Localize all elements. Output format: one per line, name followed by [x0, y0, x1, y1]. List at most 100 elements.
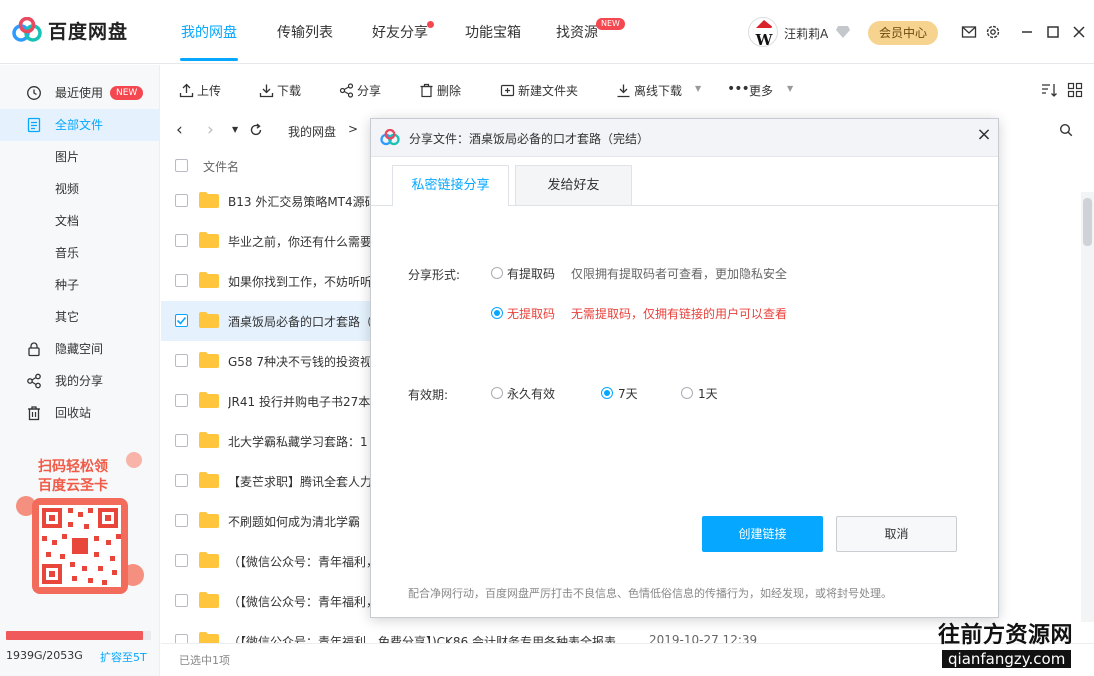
table-row[interactable]: G58 7种决不亏钱的投资视 [161, 341, 371, 381]
username[interactable]: 汪莉莉A [784, 25, 828, 42]
sidebar-item-videos[interactable]: 视频 [0, 173, 160, 205]
tab-private-link[interactable]: 私密链接分享 [392, 165, 509, 206]
table-row[interactable]: B13 外汇交易策略MT4源码 [161, 181, 371, 221]
radio-with-code[interactable] [491, 267, 503, 279]
scrollbar[interactable] [1081, 192, 1094, 622]
more-button[interactable]: ••• 更多 [727, 82, 773, 100]
maximize-icon[interactable] [1045, 24, 1061, 40]
download-icon [259, 84, 274, 98]
back-icon[interactable]: ‹ [176, 120, 183, 140]
tab-transfer-list[interactable]: 传输列表 [277, 22, 333, 42]
row-checkbox[interactable] [175, 514, 188, 527]
radio-1-day-label[interactable]: 1天 [698, 385, 718, 402]
tab-my-netdisk[interactable]: 我的网盘 [181, 22, 237, 42]
avatar[interactable]: W [748, 17, 778, 47]
upload-label: 上传 [197, 84, 222, 98]
row-checkbox[interactable] [175, 314, 188, 327]
scrollbar-thumb[interactable] [1083, 198, 1092, 246]
row-checkbox[interactable] [175, 274, 188, 287]
radio-no-code[interactable] [491, 307, 503, 319]
row-checkbox[interactable] [175, 394, 188, 407]
sidebar-item-recycle-bin[interactable]: 回收站 [0, 397, 160, 429]
radio-permanent-label[interactable]: 永久有效 [507, 385, 555, 402]
search-icon[interactable] [1059, 123, 1073, 137]
sidebar-item-label: 最近使用 [55, 86, 104, 100]
chevron-down-icon[interactable]: ▼ [232, 125, 238, 134]
sidebar-item-hidden-space[interactable]: 隐藏空间 [0, 333, 160, 365]
sidebar-item-label: 全部文件 [55, 118, 104, 132]
cancel-button[interactable]: 取消 [836, 516, 957, 552]
sidebar-item-label: 视频 [55, 182, 80, 196]
sidebar-item-music[interactable]: 音乐 [0, 237, 160, 269]
row-checkbox[interactable] [175, 554, 188, 567]
breadcrumb[interactable]: 我的网盘 [288, 123, 336, 140]
create-link-button[interactable]: 创建链接 [702, 516, 823, 552]
row-checkbox[interactable] [175, 434, 188, 447]
table-row[interactable]: 北大学霸私藏学习套路：1 [161, 421, 371, 461]
file-name: 酒桌饭局必备的口才套路（完结） [228, 315, 371, 329]
sidebar-item-my-shares[interactable]: 我的分享 [0, 365, 160, 397]
sidebar-item-other[interactable]: 其它 [0, 301, 160, 333]
sort-icon[interactable] [1041, 82, 1057, 98]
radio-7-days-label[interactable]: 7天 [618, 385, 638, 402]
row-checkbox[interactable] [175, 194, 188, 207]
mail-icon[interactable] [961, 24, 977, 40]
table-row[interactable]: 不刷题如何成为清北学霸 [161, 501, 371, 541]
column-header-name[interactable]: 文件名 [203, 158, 239, 175]
close-icon[interactable] [1071, 24, 1087, 40]
share-dialog: 分享文件：酒桌饭局必备的口才套路（完结） × 私密链接分享 发给好友 分享形式:… [370, 118, 999, 618]
sidebar-item-label: 其它 [55, 310, 80, 324]
trash-icon [28, 406, 40, 421]
radio-permanent[interactable] [491, 387, 503, 399]
sidebar-item-torrents[interactable]: 种子 [0, 269, 160, 301]
diamond-icon[interactable] [835, 25, 851, 39]
radio-7-days[interactable] [601, 387, 613, 399]
row-checkbox[interactable] [175, 594, 188, 607]
table-row[interactable]: 如果你找到工作，不妨听听 [161, 261, 371, 301]
folder-icon [199, 192, 219, 208]
delete-button[interactable]: 删除 [419, 82, 461, 100]
table-row[interactable]: 酒桌饭局必备的口才套路（完结） [161, 301, 371, 341]
sidebar-item-label: 图片 [55, 150, 80, 164]
radio-no-code-label[interactable]: 无提取码 [507, 305, 555, 322]
close-icon[interactable]: × [975, 126, 993, 144]
new-folder-button[interactable]: 新建文件夹 [500, 82, 578, 100]
minimize-icon[interactable] [1019, 24, 1035, 40]
chevron-down-icon[interactable]: ▼ [787, 84, 793, 93]
tab-toolbox[interactable]: 功能宝箱 [465, 22, 521, 42]
share-button[interactable]: 分享 [339, 82, 381, 100]
sidebar-item-all-files[interactable]: 全部文件 [0, 109, 160, 141]
table-row[interactable]: （【微信公众号：青年福利， [161, 541, 371, 581]
vip-center-button[interactable]: 会员中心 [868, 21, 938, 45]
radio-with-code-label[interactable]: 有提取码 [507, 265, 555, 282]
expand-storage-link[interactable]: 扩容至5T [100, 649, 147, 665]
upload-button[interactable]: 上传 [179, 82, 221, 100]
grid-view-icon[interactable] [1067, 82, 1083, 98]
forward-icon[interactable]: › [207, 120, 214, 140]
tab-send-to-friends[interactable]: 发给好友 [515, 165, 632, 205]
table-row[interactable]: （【微信公众号：青年福利， [161, 581, 371, 621]
select-all-checkbox[interactable] [175, 159, 188, 172]
file-name: 【麦芒求职】腾讯全套人力 [228, 475, 371, 489]
table-row[interactable]: JR41 投行并购电子书27本 [161, 381, 371, 421]
table-row[interactable]: 【麦芒求职】腾讯全套人力 [161, 461, 371, 501]
gear-icon[interactable] [985, 24, 1001, 40]
sidebar-item-documents[interactable]: 文档 [0, 205, 160, 237]
row-checkbox[interactable] [175, 474, 188, 487]
table-row[interactable]: 毕业之前，你还有什么需要 [161, 221, 371, 261]
sidebar-item-images[interactable]: 图片 [0, 141, 160, 173]
radio-1-day[interactable] [681, 387, 693, 399]
tab-find-resources[interactable]: 找资源 [556, 22, 598, 42]
row-checkbox[interactable] [175, 634, 188, 643]
offline-download-button[interactable]: 离线下载 [616, 82, 682, 100]
dialog-header: 分享文件：酒桌饭局必备的口才套路（完结） × [371, 119, 998, 157]
row-checkbox[interactable] [175, 354, 188, 367]
baidu-netdisk-logo-icon [12, 17, 42, 42]
chevron-down-icon[interactable]: ▼ [695, 84, 701, 93]
promo-banner[interactable]: 扫码轻松领 百度云圣卡 [14, 452, 146, 602]
refresh-icon[interactable] [249, 123, 263, 137]
download-button[interactable]: 下载 [259, 82, 301, 100]
tab-friend-share[interactable]: 好友分享 [372, 22, 428, 42]
table-row[interactable]: （【微信公众号：青年福利，免费分享】)CK86 会计财务专用各种表全报表 2019… [161, 621, 931, 643]
row-checkbox[interactable] [175, 234, 188, 247]
